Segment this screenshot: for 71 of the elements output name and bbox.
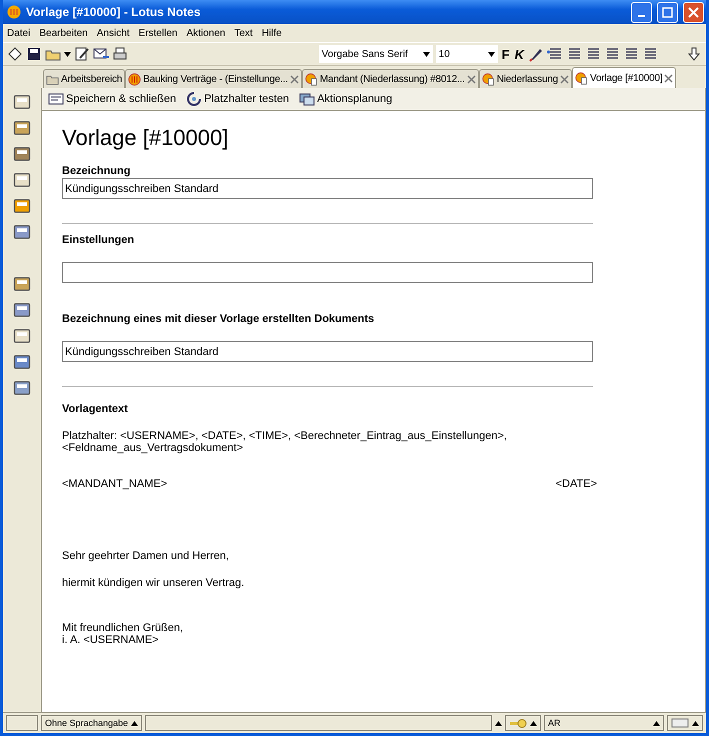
close-icon[interactable]: [466, 74, 476, 84]
italic-button[interactable]: K: [514, 46, 525, 62]
caret-icon: [653, 720, 660, 726]
text-field[interactable]: Kündigungsschreiben Standard: [62, 178, 593, 199]
date-text: <DATE>: [556, 478, 597, 490]
security-selector[interactable]: [505, 715, 541, 731]
document-icon[interactable]: [304, 72, 318, 86]
action-button[interactable]: Speichern & schließen: [48, 91, 176, 107]
menu-item[interactable]: Erstellen: [138, 28, 178, 38]
document-tab[interactable]: Vorlage [#10000]: [572, 67, 676, 88]
placeholder-text: Platzhalter: <USERNAME>, <DATE>, <TIME>, <Berechneter_Eintrag_aus_Einstellungen>, <Feldname_aus_Vertragsdokument>: [62, 430, 508, 454]
menu-item[interactable]: Datei: [7, 28, 30, 38]
close-icon[interactable]: [290, 74, 299, 84]
caret-icon: [530, 720, 537, 726]
document-tab[interactable]: Arbeitsbereich: [43, 69, 126, 88]
menu-item[interactable]: Ansicht: [96, 28, 130, 38]
highlighter-icon[interactable]: [528, 46, 544, 62]
app-icon: [7, 5, 21, 19]
language-selector[interactable]: Ohne Sprachangabe: [41, 715, 142, 731]
document-heading: Vorlage [#10000]: [62, 125, 230, 151]
bold-button[interactable]: F: [500, 46, 511, 62]
close-icon: [688, 6, 699, 18]
inbox-icon: [671, 718, 689, 728]
printer-icon[interactable]: [112, 46, 128, 62]
maximize-icon: [662, 6, 673, 18]
section-label: Vorlagentext: [62, 403, 129, 415]
caret-icon: [488, 52, 495, 56]
document-tab[interactable]: Mandant (Niederlassung) #8012...: [302, 69, 479, 88]
action-button[interactable]: Platzhalter testen: [186, 91, 290, 107]
download-icon[interactable]: [686, 46, 702, 62]
caret-icon: [64, 52, 71, 56]
field-label: Einstellungen: [62, 234, 136, 246]
minimize-button[interactable]: [631, 2, 652, 22]
closing-text: Mit freundlichen Grüßen, i. A. <USERNAME>: [62, 622, 184, 646]
body-text: hiermit kündigen wir unseren Vertrag.: [62, 577, 246, 589]
menu-item[interactable]: Aktionen: [186, 28, 226, 38]
text-field[interactable]: [62, 262, 593, 283]
menu-item[interactable]: Text: [234, 28, 253, 38]
save-icon[interactable]: [26, 46, 42, 62]
action-button[interactable]: Aktionsplanung: [299, 91, 392, 107]
window-title: Vorlage [#10000] - Lotus Notes: [26, 5, 202, 19]
mailbox-selector[interactable]: [667, 715, 703, 731]
menu-item[interactable]: Bearbeiten: [39, 28, 88, 38]
recipient-text: <MANDANT_NAME>: [62, 478, 168, 490]
field-label: Bezeichnung: [62, 165, 132, 177]
document-icon[interactable]: [482, 72, 495, 86]
salutation-text: Sehr geehrter Damen und Herren,: [62, 550, 230, 562]
location-selector[interactable]: AR: [544, 715, 664, 731]
document-icon[interactable]: [575, 72, 588, 84]
refresh-icon[interactable]: [186, 91, 202, 107]
maximize-button[interactable]: [657, 2, 678, 22]
close-icon[interactable]: [560, 74, 570, 84]
close-button[interactable]: [683, 2, 704, 22]
status-cell: [6, 715, 38, 731]
edit-icon[interactable]: [74, 46, 90, 62]
close-icon[interactable]: [664, 74, 674, 82]
caret-icon: [422, 52, 430, 56]
minimize-icon: [638, 15, 645, 17]
field-label: Bezeichnung eines mit dieser Vorlage erstellten Dokuments: [62, 313, 376, 325]
key-icon: [509, 718, 527, 728]
caret-icon: [495, 720, 502, 726]
document-tab[interactable]: Niederlassung: [478, 69, 572, 88]
text-field[interactable]: Kündigungsschreiben Standard: [62, 341, 593, 362]
font-size-dropdown[interactable]: 10: [436, 45, 498, 63]
caret-icon: [692, 720, 699, 726]
cards-icon[interactable]: [299, 91, 316, 107]
font-dropdown[interactable]: Vorgabe Sans Serif: [318, 45, 433, 63]
save-icon[interactable]: [48, 91, 64, 107]
document-tab[interactable]: Bauking Verträge - (Einstellunge...: [125, 69, 302, 88]
menu-item[interactable]: Hilfe: [262, 28, 282, 38]
caret-icon: [131, 720, 138, 726]
